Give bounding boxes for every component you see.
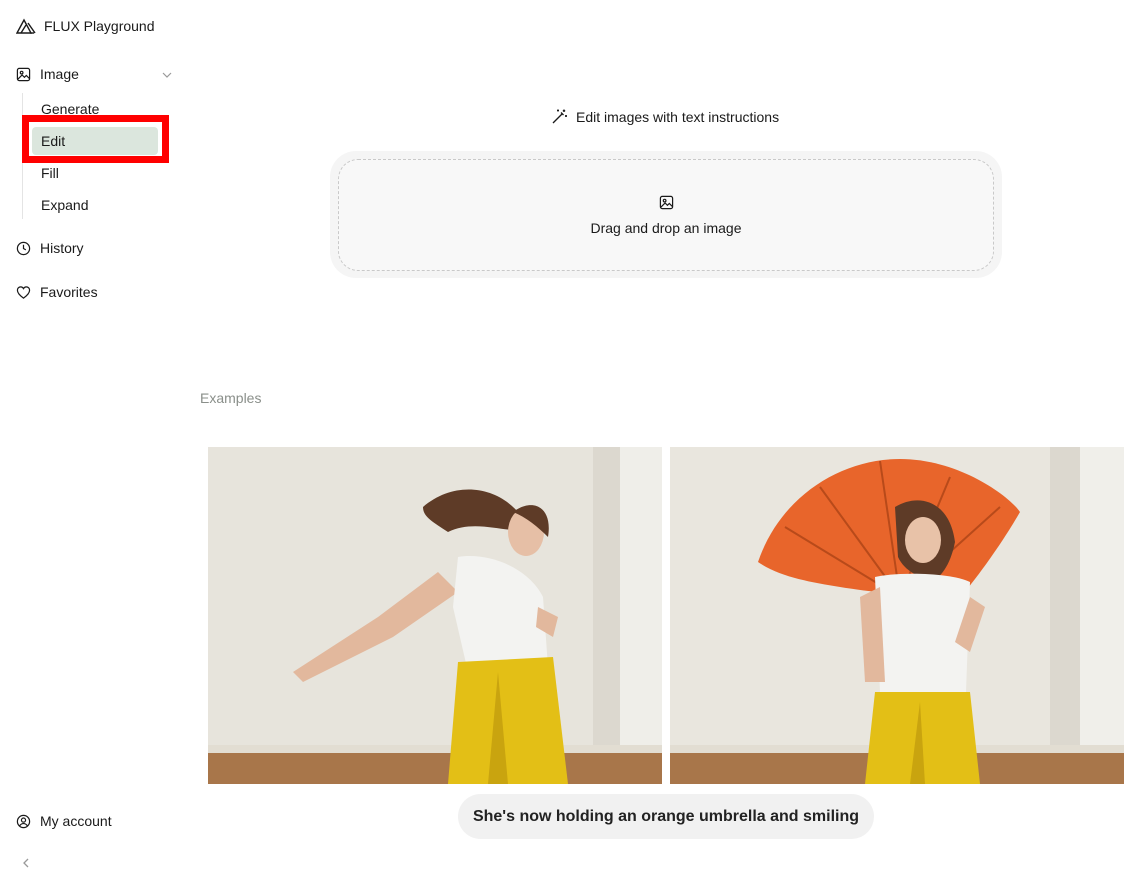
- image-icon: [16, 67, 31, 81]
- examples-heading: Examples: [200, 390, 262, 406]
- example-after-image[interactable]: [670, 447, 1124, 784]
- sidebar-item-account[interactable]: My account: [16, 813, 112, 829]
- after-image-illustration: [670, 447, 1124, 784]
- sidebar-item-favorites[interactable]: Favorites: [16, 284, 98, 300]
- user-circle-icon: [16, 814, 31, 828]
- heart-icon: [16, 285, 31, 299]
- chevron-down-icon[interactable]: [161, 69, 173, 81]
- subnav-divider: [22, 93, 23, 219]
- sidebar-item-fill[interactable]: Fill: [32, 159, 158, 187]
- before-image-illustration: [208, 447, 662, 784]
- sidebar-item-history[interactable]: History: [16, 240, 84, 256]
- image-dropzone[interactable]: Drag and drop an image: [338, 159, 994, 271]
- sidebar-item-generate[interactable]: Generate: [32, 95, 158, 123]
- flux-logo-icon: [16, 18, 36, 34]
- sidebar-item-label: Image: [40, 66, 79, 82]
- dropzone-text: Drag and drop an image: [590, 219, 742, 236]
- app-brand[interactable]: FLUX Playground: [16, 16, 155, 36]
- magic-wand-icon: [552, 109, 567, 124]
- page-headline: Edit images with text instructions: [551, 108, 779, 125]
- sidebar-item-label: Favorites: [40, 284, 98, 300]
- example-before-image[interactable]: [208, 447, 662, 784]
- image-upload-icon: [659, 195, 673, 209]
- sidebar-item-edit[interactable]: Edit: [32, 127, 158, 155]
- sidebar-item-expand[interactable]: Expand: [32, 191, 158, 219]
- collapse-sidebar-chevron-left-icon[interactable]: [19, 856, 33, 870]
- headline-text: Edit images with text instructions: [576, 108, 780, 125]
- sidebar-item-image[interactable]: Image: [16, 66, 79, 82]
- sidebar-item-label: History: [40, 240, 84, 256]
- clock-icon: [16, 241, 31, 255]
- app-title: FLUX Playground: [44, 18, 155, 34]
- example-caption-button[interactable]: She's now holding an orange umbrella and…: [458, 794, 874, 839]
- sidebar-item-label: My account: [40, 813, 112, 829]
